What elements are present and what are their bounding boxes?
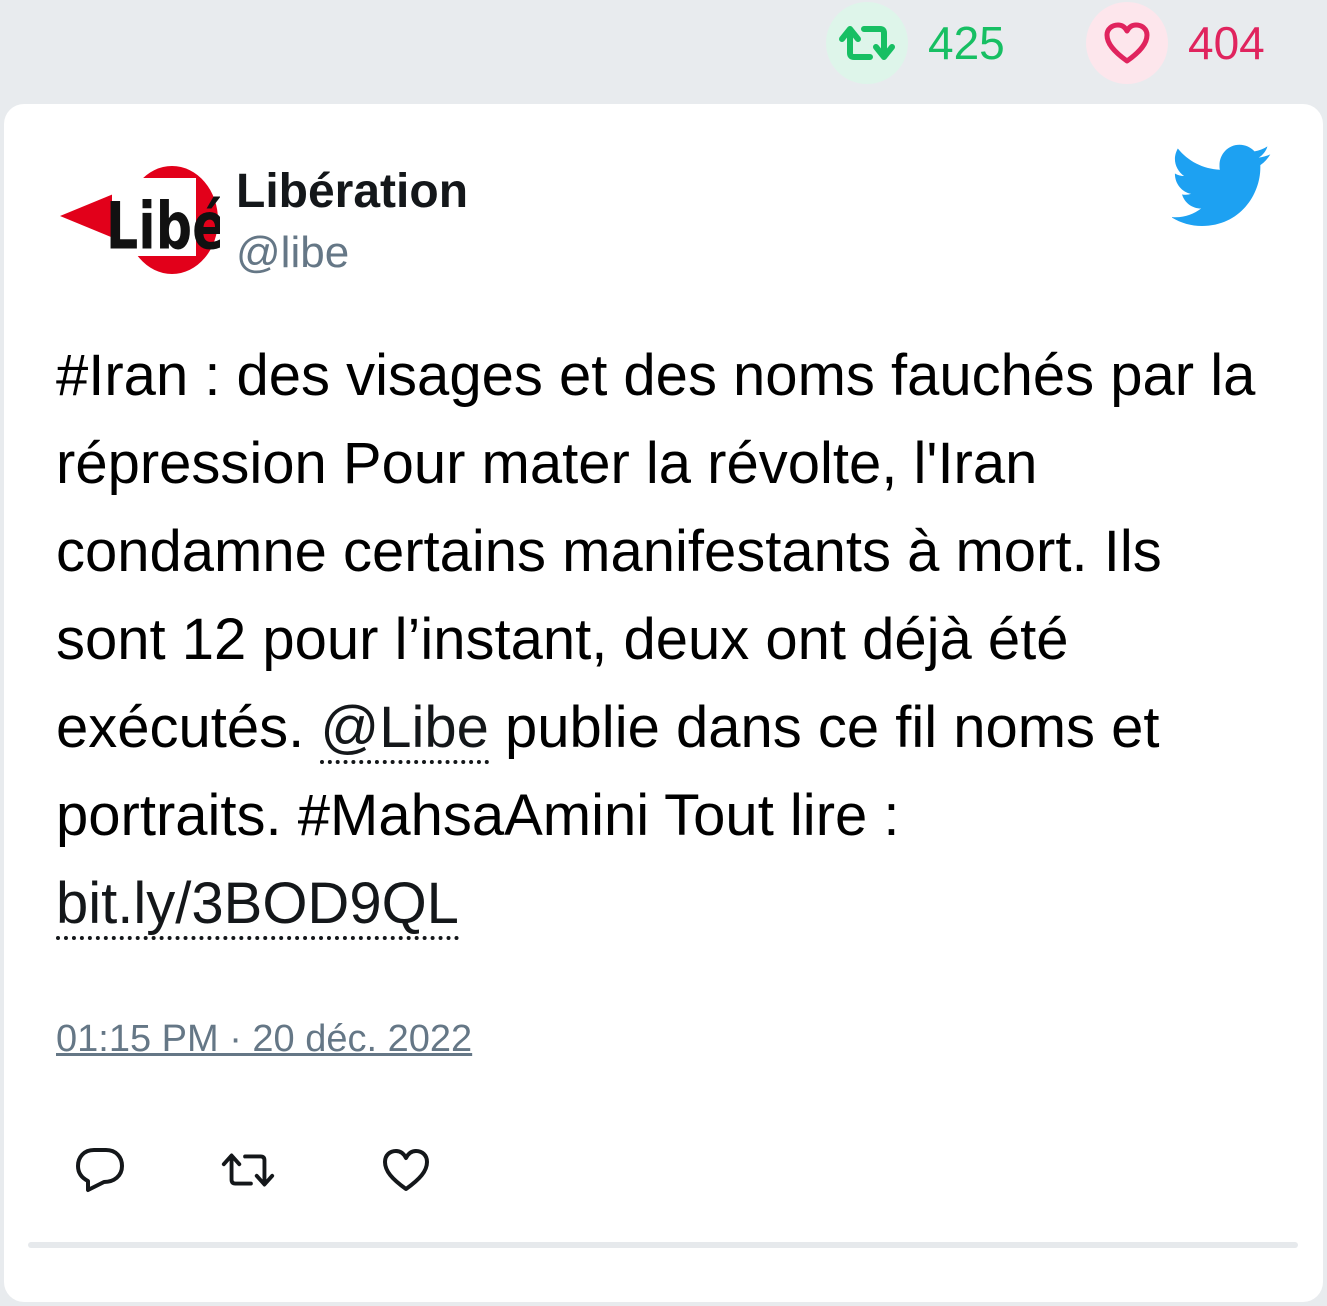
divider xyxy=(28,1242,1298,1248)
reply-button[interactable] xyxy=(70,1142,130,1198)
heart-stat-icon xyxy=(1086,2,1168,84)
avatar[interactable]: Libé xyxy=(60,158,227,278)
like-button[interactable] xyxy=(376,1142,436,1198)
tweet-timestamp[interactable]: 01:15 PM · 20 déc. 2022 xyxy=(56,1018,472,1061)
liberation-logo-icon: Libé xyxy=(60,166,227,274)
retweet-button[interactable] xyxy=(218,1142,278,1198)
url-link[interactable]: bit.ly/3BOD9QL xyxy=(56,871,459,940)
avatar-text: Libé xyxy=(106,188,220,264)
tweet-text: #Iran : des visages et des noms fauchés … xyxy=(56,332,1286,948)
top-stats-bar: 425 404 xyxy=(0,0,1327,100)
twitter-bird-icon[interactable] xyxy=(1170,144,1272,228)
author-handle[interactable]: @libe xyxy=(236,228,349,278)
reply-icon xyxy=(76,1148,124,1192)
retweet-stat[interactable]: 425 xyxy=(826,0,1005,86)
like-count: 404 xyxy=(1188,17,1265,69)
author-name[interactable]: Libération xyxy=(236,164,468,219)
retweet-count: 425 xyxy=(928,17,1005,69)
mention-link[interactable]: @Libe xyxy=(320,695,489,764)
tweet-card: Libé Libération @libe #Iran : des visage… xyxy=(4,104,1323,1302)
like-stat[interactable]: 404 xyxy=(1086,0,1265,86)
retweet-stat-icon xyxy=(826,2,908,84)
retweet-icon xyxy=(221,1153,275,1187)
heart-icon xyxy=(383,1149,429,1191)
